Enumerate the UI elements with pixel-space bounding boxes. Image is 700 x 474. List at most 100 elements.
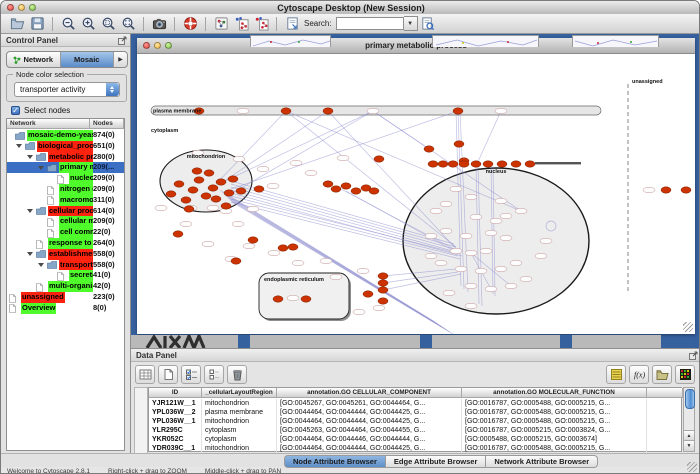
delete-attribute-icon[interactable] bbox=[227, 365, 247, 384]
network-overview-icon[interactable] bbox=[212, 15, 230, 32]
selected-network-node[interactable] bbox=[281, 108, 291, 114]
selected-network-node[interactable] bbox=[331, 186, 341, 192]
search-options-icon[interactable] bbox=[419, 15, 437, 32]
network-node[interactable] bbox=[465, 283, 477, 288]
tree-row[interactable]: secretion41(0) bbox=[7, 270, 124, 281]
tab-mosaic[interactable]: Mosaic bbox=[61, 52, 115, 67]
network-node[interactable] bbox=[500, 213, 512, 218]
network-node[interactable] bbox=[485, 230, 497, 235]
selected-network-node[interactable] bbox=[369, 188, 379, 194]
network-node[interactable] bbox=[202, 241, 214, 246]
network-node[interactable] bbox=[430, 208, 442, 213]
selected-network-node[interactable] bbox=[231, 258, 241, 264]
selected-network-node[interactable] bbox=[525, 161, 535, 167]
attribute-table-icon[interactable] bbox=[135, 365, 155, 384]
network-node[interactable] bbox=[435, 260, 447, 265]
selected-network-node[interactable] bbox=[323, 108, 333, 114]
selected-network-node[interactable] bbox=[511, 161, 521, 167]
network-node[interactable] bbox=[243, 243, 255, 248]
tree-row[interactable]: mosaic-demo-yeast874(0) bbox=[7, 130, 124, 141]
scroll-down-button[interactable]: ▼ bbox=[684, 440, 694, 451]
network-edge[interactable] bbox=[223, 111, 373, 182]
table-cell[interactable]: cytoplasm bbox=[202, 435, 277, 444]
network-node[interactable] bbox=[465, 194, 477, 199]
selected-network-node[interactable] bbox=[181, 197, 191, 203]
network-node[interactable] bbox=[290, 160, 302, 165]
zoom-in-icon[interactable] bbox=[79, 15, 97, 32]
tree-row[interactable]: metabolic process280(0) bbox=[7, 152, 124, 163]
float-panel-icon[interactable] bbox=[118, 36, 127, 45]
network-node[interactable] bbox=[207, 205, 219, 210]
selected-network-node[interactable] bbox=[273, 296, 283, 302]
table-vertical-scrollbar[interactable]: ▲ ▼ bbox=[683, 387, 695, 452]
expand-arrow-icon[interactable] bbox=[38, 263, 44, 267]
network-node[interactable] bbox=[643, 187, 655, 192]
selected-network-node[interactable] bbox=[184, 206, 194, 212]
table-cell[interactable]: YLR295C bbox=[149, 426, 202, 435]
selected-network-node[interactable] bbox=[248, 237, 258, 243]
network-edge[interactable] bbox=[476, 111, 501, 166]
table-cell[interactable]: [GO:0016787, GO:0005488, GO:0005215, G..… bbox=[462, 399, 647, 408]
tree-row[interactable]: nucleobase-209(0) bbox=[7, 173, 124, 184]
attribute-batch-icon[interactable] bbox=[606, 365, 626, 384]
tree-row[interactable]: primary metabo209(... bbox=[7, 162, 124, 173]
tab-overflow-arrow[interactable]: ▶ bbox=[114, 52, 127, 67]
new-attribute-icon[interactable] bbox=[158, 365, 178, 384]
network-node[interactable] bbox=[490, 218, 502, 223]
tree-row[interactable]: cellular process614(0) bbox=[7, 206, 124, 217]
network-node[interactable] bbox=[440, 228, 452, 233]
expand-arrow-icon[interactable] bbox=[16, 144, 22, 148]
network-node[interactable] bbox=[500, 235, 512, 240]
network-edge[interactable] bbox=[373, 111, 429, 149]
selected-network-node[interactable] bbox=[341, 183, 351, 189]
compartment-label[interactable]: plasma membrane bbox=[153, 109, 201, 115]
network-node[interactable] bbox=[495, 266, 507, 271]
selected-network-node[interactable] bbox=[454, 141, 464, 147]
network-node[interactable] bbox=[495, 198, 507, 203]
zoom-out-icon[interactable] bbox=[59, 15, 77, 32]
zoom-selected-icon[interactable] bbox=[99, 15, 117, 32]
selected-network-node[interactable] bbox=[173, 231, 183, 237]
tree-row[interactable]: macromolecule311(0) bbox=[7, 195, 124, 206]
network-node[interactable] bbox=[443, 290, 455, 295]
table-row[interactable]: YPL036W__1mitochondrion[GO:0044464, GO:0… bbox=[149, 417, 681, 426]
selected-network-node[interactable] bbox=[228, 176, 238, 182]
selected-network-node[interactable] bbox=[448, 161, 458, 167]
table-row[interactable]: YKR052Ccytoplasm[GO:0044464, GO:0044446,… bbox=[149, 435, 681, 444]
table-cell[interactable]: YPL036W__1 bbox=[149, 417, 202, 426]
table-row[interactable]: YLR295Ccytoplasm[GO:0045263, GO:0044464,… bbox=[149, 426, 681, 435]
function-builder-icon[interactable]: f(x) bbox=[629, 365, 649, 384]
network-node[interactable] bbox=[470, 214, 482, 219]
network-node[interactable] bbox=[460, 233, 472, 238]
selected-network-node[interactable] bbox=[288, 244, 298, 250]
selected-network-node[interactable] bbox=[497, 161, 507, 167]
network-node[interactable] bbox=[353, 309, 365, 314]
tree-row[interactable]: transport558(0) bbox=[7, 260, 124, 271]
table-column-header[interactable]: _cellularLayoutRegion bbox=[202, 388, 277, 398]
network-node[interactable] bbox=[515, 208, 527, 213]
network-edge[interactable] bbox=[286, 111, 456, 247]
save-session-icon[interactable] bbox=[28, 15, 46, 32]
float-panel-icon[interactable] bbox=[689, 351, 698, 360]
table-cell[interactable]: [GO:0016787, GO:0005488, GO:0005215, G..… bbox=[462, 417, 647, 426]
table-cell[interactable]: mitochondrion bbox=[202, 399, 277, 408]
copy-network-icon[interactable] bbox=[252, 15, 270, 32]
expand-arrow-icon[interactable] bbox=[27, 209, 33, 213]
selected-network-node[interactable] bbox=[194, 177, 204, 183]
network-node[interactable] bbox=[455, 266, 467, 271]
compartment-label[interactable]: endoplasmic reticulum bbox=[264, 277, 324, 283]
network-node[interactable] bbox=[540, 238, 552, 243]
table-cell[interactable]: YJR121W__1 bbox=[149, 399, 202, 408]
network-node[interactable] bbox=[292, 260, 304, 265]
tab-network[interactable]: Network bbox=[7, 52, 61, 67]
selected-network-node[interactable] bbox=[221, 203, 231, 209]
expand-arrow-icon[interactable] bbox=[27, 252, 33, 256]
tree-row[interactable]: cell communicat22(0) bbox=[7, 227, 124, 238]
background-window-edge[interactable] bbox=[420, 335, 432, 348]
network-canvas[interactable]: plasma membranecytoplasmmitochondrionnuc… bbox=[137, 54, 695, 334]
table-row[interactable]: YPL036W__2plasma membrane[GO:0044464, GO… bbox=[149, 408, 681, 417]
table-cell[interactable]: [GO:0045267, GO:0045261, GO:0044464, G..… bbox=[277, 399, 462, 408]
table-cell[interactable]: [GO:0016787, GO:0005215, GO:0003824, G..… bbox=[462, 426, 647, 435]
network-node[interactable] bbox=[330, 274, 342, 279]
table-cell[interactable]: [GO:0044464, GO:0044444, GO:0044425, G..… bbox=[277, 408, 462, 417]
